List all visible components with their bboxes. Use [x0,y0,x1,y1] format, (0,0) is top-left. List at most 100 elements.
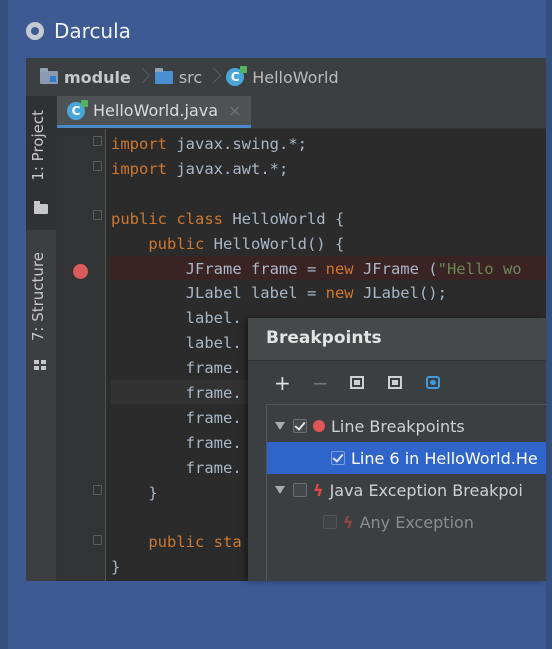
breadcrumb-separator-icon [137,66,149,88]
tab-structure-label: 7: Structure [29,252,47,342]
code-token: HelloWorld() { [204,234,345,253]
code-keyword: public sta [148,533,242,552]
code-token: } [148,483,158,502]
tab-helloworld-java[interactable]: C HelloWorld.java × [57,96,252,128]
code-token: frame. [185,384,242,402]
code-keyword: import [111,159,167,178]
code-keyword: public [148,234,205,253]
code-line[interactable]: frame. [111,381,242,405]
structure-icon [34,360,48,372]
breakpoint-icon[interactable] [73,264,88,279]
tree-node-label: Java Exception Breakpoi [329,480,523,500]
code-token: frame. [185,359,242,378]
title-bar: Darcula [26,16,131,46]
exception-bolt-icon: ϟ [343,512,354,532]
checkbox[interactable] [331,451,345,465]
tree-node-line-item[interactable]: Line 6 in HelloWorld.He [267,442,546,474]
expand-arrow-icon[interactable] [275,422,285,430]
tab-project[interactable]: 1: Project [26,96,56,230]
code-token: JFrame ( [353,259,438,278]
tree-node-java-exception[interactable]: ϟ Java Exception Breakpoi [267,474,546,506]
tab-structure[interactable]: 7: Structure [26,246,56,386]
window-title: Darcula [54,19,131,43]
tree-node-label: Any Exception [359,512,474,532]
breadcrumb-file[interactable]: C HelloWorld [226,66,339,87]
code-line[interactable]: label. [111,331,242,355]
code-token: } [111,558,121,577]
breadcrumb-src[interactable]: src [154,67,203,87]
checkbox[interactable] [293,483,307,497]
group-by-file-icon[interactable] [388,376,402,389]
code-token: JFrame frame = [185,259,326,278]
code-token: javax.swing.*; [167,135,307,153]
code-token: frame. [185,433,242,452]
code-line[interactable]: } [111,481,158,505]
code-line[interactable]: } [111,555,120,579]
tree-node-label: Line 6 in HelloWorld.He [351,448,538,468]
fold-icon[interactable] [93,161,102,171]
breadcrumb-src-label: src [178,67,203,87]
breakpoint-icon [313,420,325,432]
tree-node-any-exception[interactable]: ϟ Any Exception [267,506,546,538]
editor-tab-bar: C HelloWorld.java × [57,96,546,129]
expand-arrow-icon[interactable] [275,486,285,494]
code-token: javax.awt.*; [167,159,289,178]
module-folder-icon [40,67,58,84]
fold-icon[interactable] [93,485,102,495]
close-icon[interactable]: × [228,101,241,120]
source-folder-icon [154,67,173,84]
tree-node-label: Line Breakpoints [331,416,465,436]
java-class-icon: C [226,66,248,86]
code-line[interactable]: frame. [111,456,242,480]
code-line[interactable]: public sta [111,530,242,554]
add-breakpoint-button[interactable]: + [274,373,291,393]
dialog-title-bar[interactable]: Breakpoints [248,318,546,361]
code-string: "Hello wo [437,259,522,278]
code-line[interactable]: public class HelloWorld { [111,207,344,231]
checkbox[interactable] [293,419,307,433]
editor-gutter[interactable] [57,129,106,581]
code-line[interactable]: public HelloWorld() { [111,232,344,256]
fold-icon[interactable] [93,136,102,146]
project-folder-icon [34,201,48,214]
checkbox[interactable] [323,515,337,529]
code-line[interactable]: frame. [111,356,242,380]
code-token: label. [185,334,242,353]
fold-icon[interactable] [93,535,102,545]
group-by-package-icon[interactable] [350,376,364,389]
tool-window-strip: 1: Project 7: Structure [26,96,57,581]
dialog-toolbar: + − [248,360,546,404]
tab-project-label: 1: Project [29,110,47,181]
breakpoints-tree: Line Breakpoints Line 6 in HelloWorld.He… [266,404,546,581]
code-line[interactable]: JLabel label = new JLabel(); [111,281,447,305]
code-keyword: new [325,259,354,278]
breadcrumb-module-label: module [64,67,131,87]
code-line[interactable]: JFrame frame = new JFrame ("Hello wo [111,257,522,281]
tree-node-line-breakpoints[interactable]: Line Breakpoints [267,410,546,442]
code-token: frame. [185,458,242,477]
java-class-icon: C [67,99,88,120]
code-keyword: import [111,135,167,153]
remove-breakpoint-button[interactable]: − [312,373,329,393]
code-line[interactable]: import javax.awt.*; [111,157,288,181]
code-line[interactable]: frame. [111,406,242,430]
group-by-class-icon[interactable] [426,376,440,389]
code-line[interactable]: label. [111,306,242,330]
theme-radio-icon[interactable] [26,22,44,40]
dialog-title: Breakpoints [266,328,382,348]
code-line[interactable]: frame. [111,431,242,455]
code-line[interactable]: import javax.swing.*; [111,132,307,156]
fold-icon[interactable] [93,210,102,220]
breadcrumb-separator-icon [208,66,220,88]
code-token: frame. [185,408,242,427]
breadcrumb-module[interactable]: module [40,67,131,87]
